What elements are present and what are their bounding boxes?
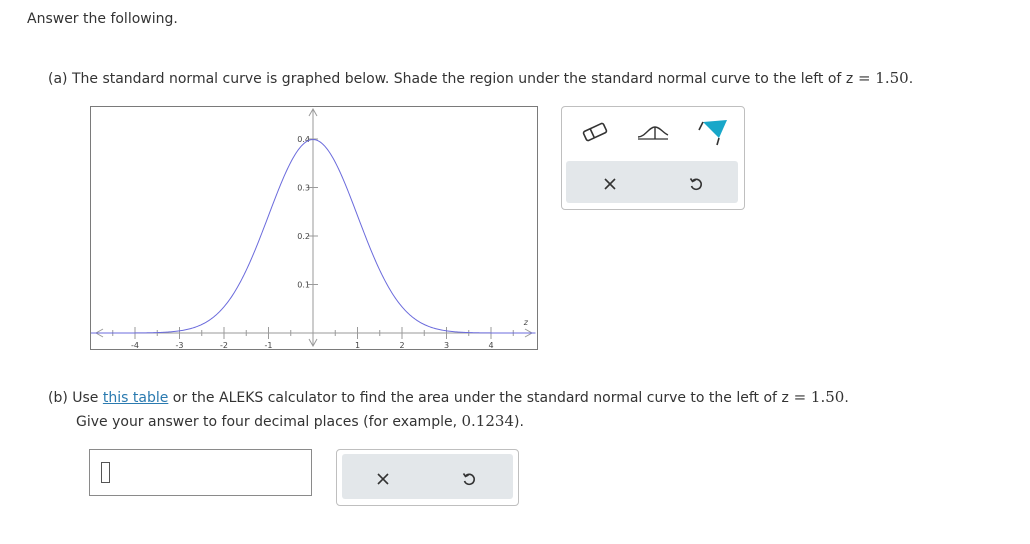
table-link[interactable]: this table [103,390,168,406]
answer-input[interactable] [89,449,312,496]
x-tick-label: 4 [488,341,493,349]
x-tick-label: -4 [131,341,139,349]
part-b-line2-end: ). [514,414,524,430]
shade-region-icon[interactable] [694,115,730,147]
x-axis-label: z [523,318,529,327]
part-b-z-value: 1.50 [810,388,845,406]
undo-icon[interactable] [684,172,708,196]
text-cursor [101,462,110,483]
eraser-icon[interactable] [578,118,612,146]
part-b-equals: = [788,388,811,406]
normal-curve-svg[interactable]: -4 -3 -2 -1 1 2 3 4 0.4 0.3 0.2 0.1 z [91,107,537,349]
answer-clear-icon[interactable] [371,467,395,491]
part-b-middle: or the ALEKS calculator to find the area… [168,390,782,406]
y-tick-label: 0.4 [297,135,310,144]
part-a-period: . [908,71,914,87]
x-tick-label: 1 [355,341,360,349]
part-b-instructions: Give your answer to four decimal places … [76,412,524,430]
x-tick-label: -1 [265,341,273,349]
answer-action-bar [342,454,513,499]
left-tail-shade-icon[interactable] [634,118,672,146]
x-tick-label: -2 [220,341,228,349]
x-tick-label: 3 [444,341,449,349]
instruction-text: Answer the following. [27,11,178,27]
y-tick-label: 0.1 [297,281,310,290]
part-a-z-value: 1.50 [875,69,909,87]
close-icon[interactable] [598,172,622,196]
x-tick-label: -3 [176,341,184,349]
part-a-text: (a) The standard normal curve is graphed… [48,71,846,87]
part-b-line2: Give your answer to four decimal places … [76,414,462,430]
part-b-z-var: z [781,390,789,406]
part-b-example: 0.1234 [461,412,515,430]
answer-undo-icon[interactable] [457,467,481,491]
part-a-prompt: (a) The standard normal curve is graphed… [48,69,913,87]
x-tick-label: 2 [399,341,404,349]
graph-action-bar [566,161,738,203]
part-a-equals: = [853,69,876,87]
part-b-prompt: (b) Use this table or the ALEKS calculat… [48,388,849,406]
normal-curve-graph[interactable]: -4 -3 -2 -1 1 2 3 4 0.4 0.3 0.2 0.1 z [90,106,538,350]
y-tick-label: 0.3 [297,184,310,193]
part-b-period: . [844,390,849,406]
part-b-prefix: (b) Use [48,390,103,406]
axes: -4 -3 -2 -1 1 2 3 4 0.4 0.3 0.2 0.1 z [94,107,534,349]
y-tick-label: 0.2 [297,232,310,241]
